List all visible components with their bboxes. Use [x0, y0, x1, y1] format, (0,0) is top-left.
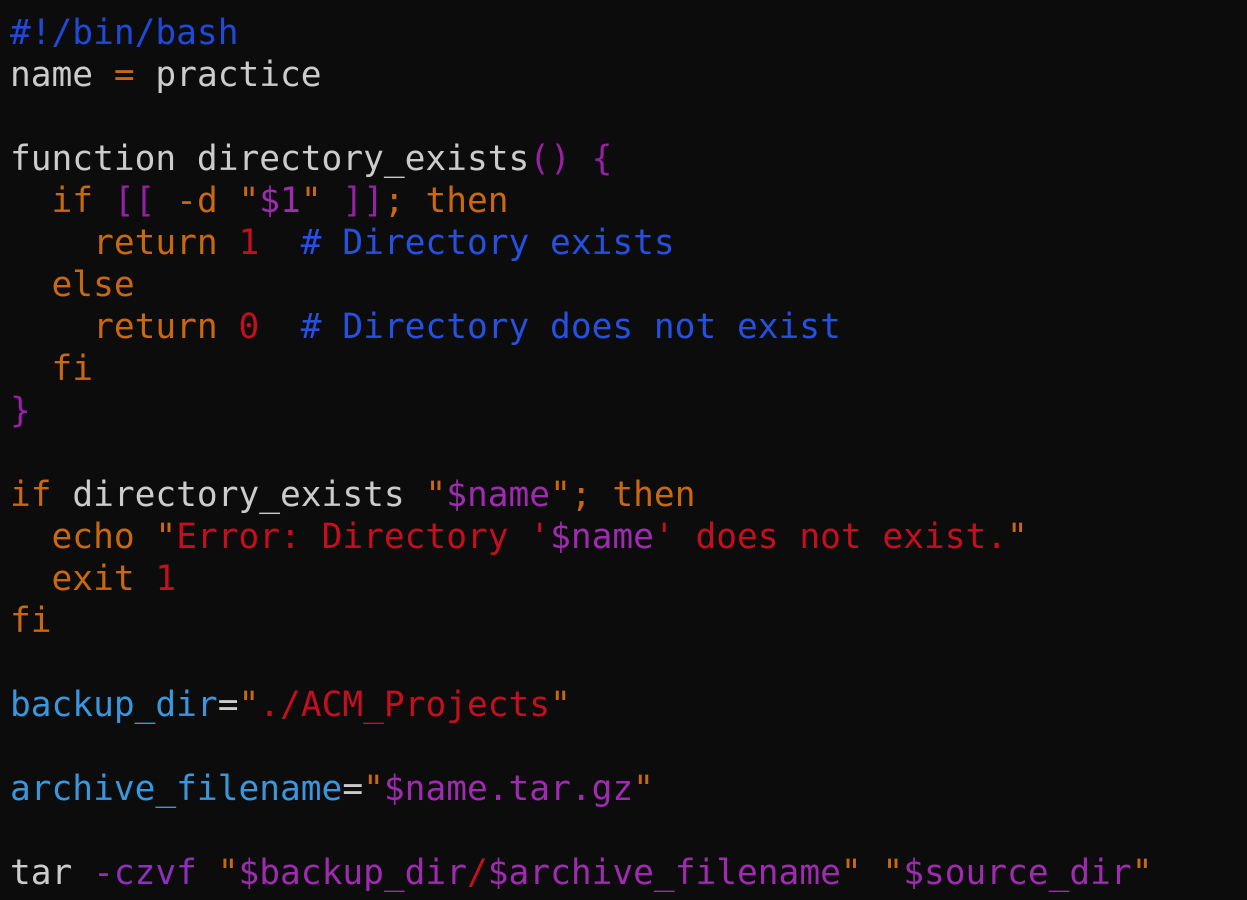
- code-token-keyword: if: [10, 475, 73, 515]
- code-token-keyword: ": [300, 181, 343, 221]
- code-token-keyword: fi: [10, 601, 52, 641]
- code-line[interactable]: exit 1: [10, 558, 1247, 600]
- code-token-string: Error: Directory ': [176, 517, 551, 557]
- code-token-keyword: =: [113, 55, 135, 95]
- code-token-keyword: if: [10, 181, 114, 221]
- code-token-keyword: ; then: [570, 475, 696, 515]
- code-line[interactable]: return 0 # Directory does not exist: [10, 306, 1247, 348]
- code-token-keyword: ": [238, 181, 260, 221]
- code-token-bracket: [[: [113, 181, 177, 221]
- code-token-default: practice: [134, 55, 322, 95]
- code-line[interactable]: tar -czvf "$backup_dir/$archive_filename…: [10, 852, 1247, 894]
- code-token-string: ' does not exist.: [653, 517, 1008, 557]
- code-token-keyword: return: [10, 307, 239, 347]
- code-line[interactable]: [10, 726, 1247, 768]
- code-token-keyword: -d: [176, 181, 239, 221]
- code-editor[interactable]: #!/bin/bash name = practice function direc…: [0, 0, 1247, 900]
- code-token-comment: # Directory does not exist: [259, 307, 841, 347]
- code-token-keyword: ": [238, 685, 260, 725]
- code-line[interactable]: fi: [10, 348, 1247, 390]
- code-token-keyword: ": [1131, 853, 1153, 893]
- code-line[interactable]: [10, 96, 1247, 138]
- code-line[interactable]: else: [10, 264, 1247, 306]
- code-token-keyword: ": [363, 769, 384, 809]
- code-token-variable: $source_dir: [903, 853, 1132, 893]
- code-line[interactable]: archive_filename="$name.tar.gz": [10, 768, 1247, 810]
- code-token-keyword: ": [882, 853, 904, 893]
- code-token-keyword: else: [10, 265, 135, 305]
- code-token-string: /: [466, 853, 488, 893]
- code-line[interactable]: }: [10, 390, 1247, 432]
- code-token-keyword: ": [1007, 517, 1028, 557]
- code-token-keyword: ": [550, 475, 571, 515]
- code-line[interactable]: if directory_exists "$name"; then: [10, 474, 1247, 516]
- code-token-variable: $name: [446, 475, 551, 515]
- code-line[interactable]: [10, 432, 1247, 474]
- code-line[interactable]: [10, 642, 1247, 684]
- code-token-keyword: exit: [10, 559, 156, 599]
- code-token-option: -czvf: [93, 853, 218, 893]
- code-token-default: name: [10, 55, 114, 95]
- code-token-default: directory_exists: [72, 475, 426, 515]
- code-token-keyword: ": [633, 769, 654, 809]
- code-token-assign_name: archive_filename: [10, 769, 343, 809]
- code-token-number: 1: [155, 559, 177, 599]
- code-line[interactable]: name = practice: [10, 54, 1247, 96]
- code-token-default: tar: [10, 853, 94, 893]
- code-token-keyword: return: [10, 223, 239, 263]
- code-line[interactable]: function directory_exists() {: [10, 138, 1247, 180]
- code-token-bracket: }: [10, 391, 31, 431]
- code-token-keyword: echo: [10, 517, 156, 557]
- code-token-default: [571, 139, 592, 179]
- code-token-keyword: ": [155, 517, 177, 557]
- code-token-shebang: #!/bin/bash: [10, 13, 239, 53]
- code-token-variable: $name.tar.gz: [383, 769, 634, 809]
- code-line[interactable]: backup_dir="./ACM_Projects": [10, 684, 1247, 726]
- code-token-variable: $name: [550, 517, 654, 557]
- code-line[interactable]: if [[ -d "$1" ]]; then: [10, 180, 1247, 222]
- code-token-bracket: ]]: [342, 181, 384, 221]
- code-line[interactable]: return 1 # Directory exists: [10, 222, 1247, 264]
- code-token-default: =: [217, 685, 239, 725]
- code-token-variable: $backup_dir: [238, 853, 467, 893]
- code-line[interactable]: fi: [10, 600, 1247, 642]
- code-token-keyword: fi: [10, 349, 94, 389]
- code-token-default: =: [342, 769, 364, 809]
- code-token-bracket: {: [591, 139, 613, 179]
- code-line[interactable]: [10, 810, 1247, 852]
- code-token-number: 0: [238, 307, 260, 347]
- code-token-assign_name: backup_dir: [10, 685, 218, 725]
- code-token-default: function directory_exists: [10, 139, 530, 179]
- code-token-number: 1: [238, 223, 260, 263]
- code-token-bracket: (): [529, 139, 571, 179]
- code-token-comment: # Directory exists: [259, 223, 675, 263]
- code-token-variable: $1: [259, 181, 301, 221]
- code-line[interactable]: #!/bin/bash: [10, 12, 1247, 54]
- code-token-keyword: ; then: [383, 181, 509, 221]
- code-token-keyword: ": [425, 475, 447, 515]
- code-token-keyword: ": [840, 853, 883, 893]
- code-line[interactable]: echo "Error: Directory '$name' does not …: [10, 516, 1247, 558]
- code-token-keyword: ": [217, 853, 239, 893]
- code-token-variable: $archive_filename: [487, 853, 841, 893]
- code-token-keyword: ": [550, 685, 571, 725]
- code-token-string: ./ACM_Projects: [259, 685, 551, 725]
